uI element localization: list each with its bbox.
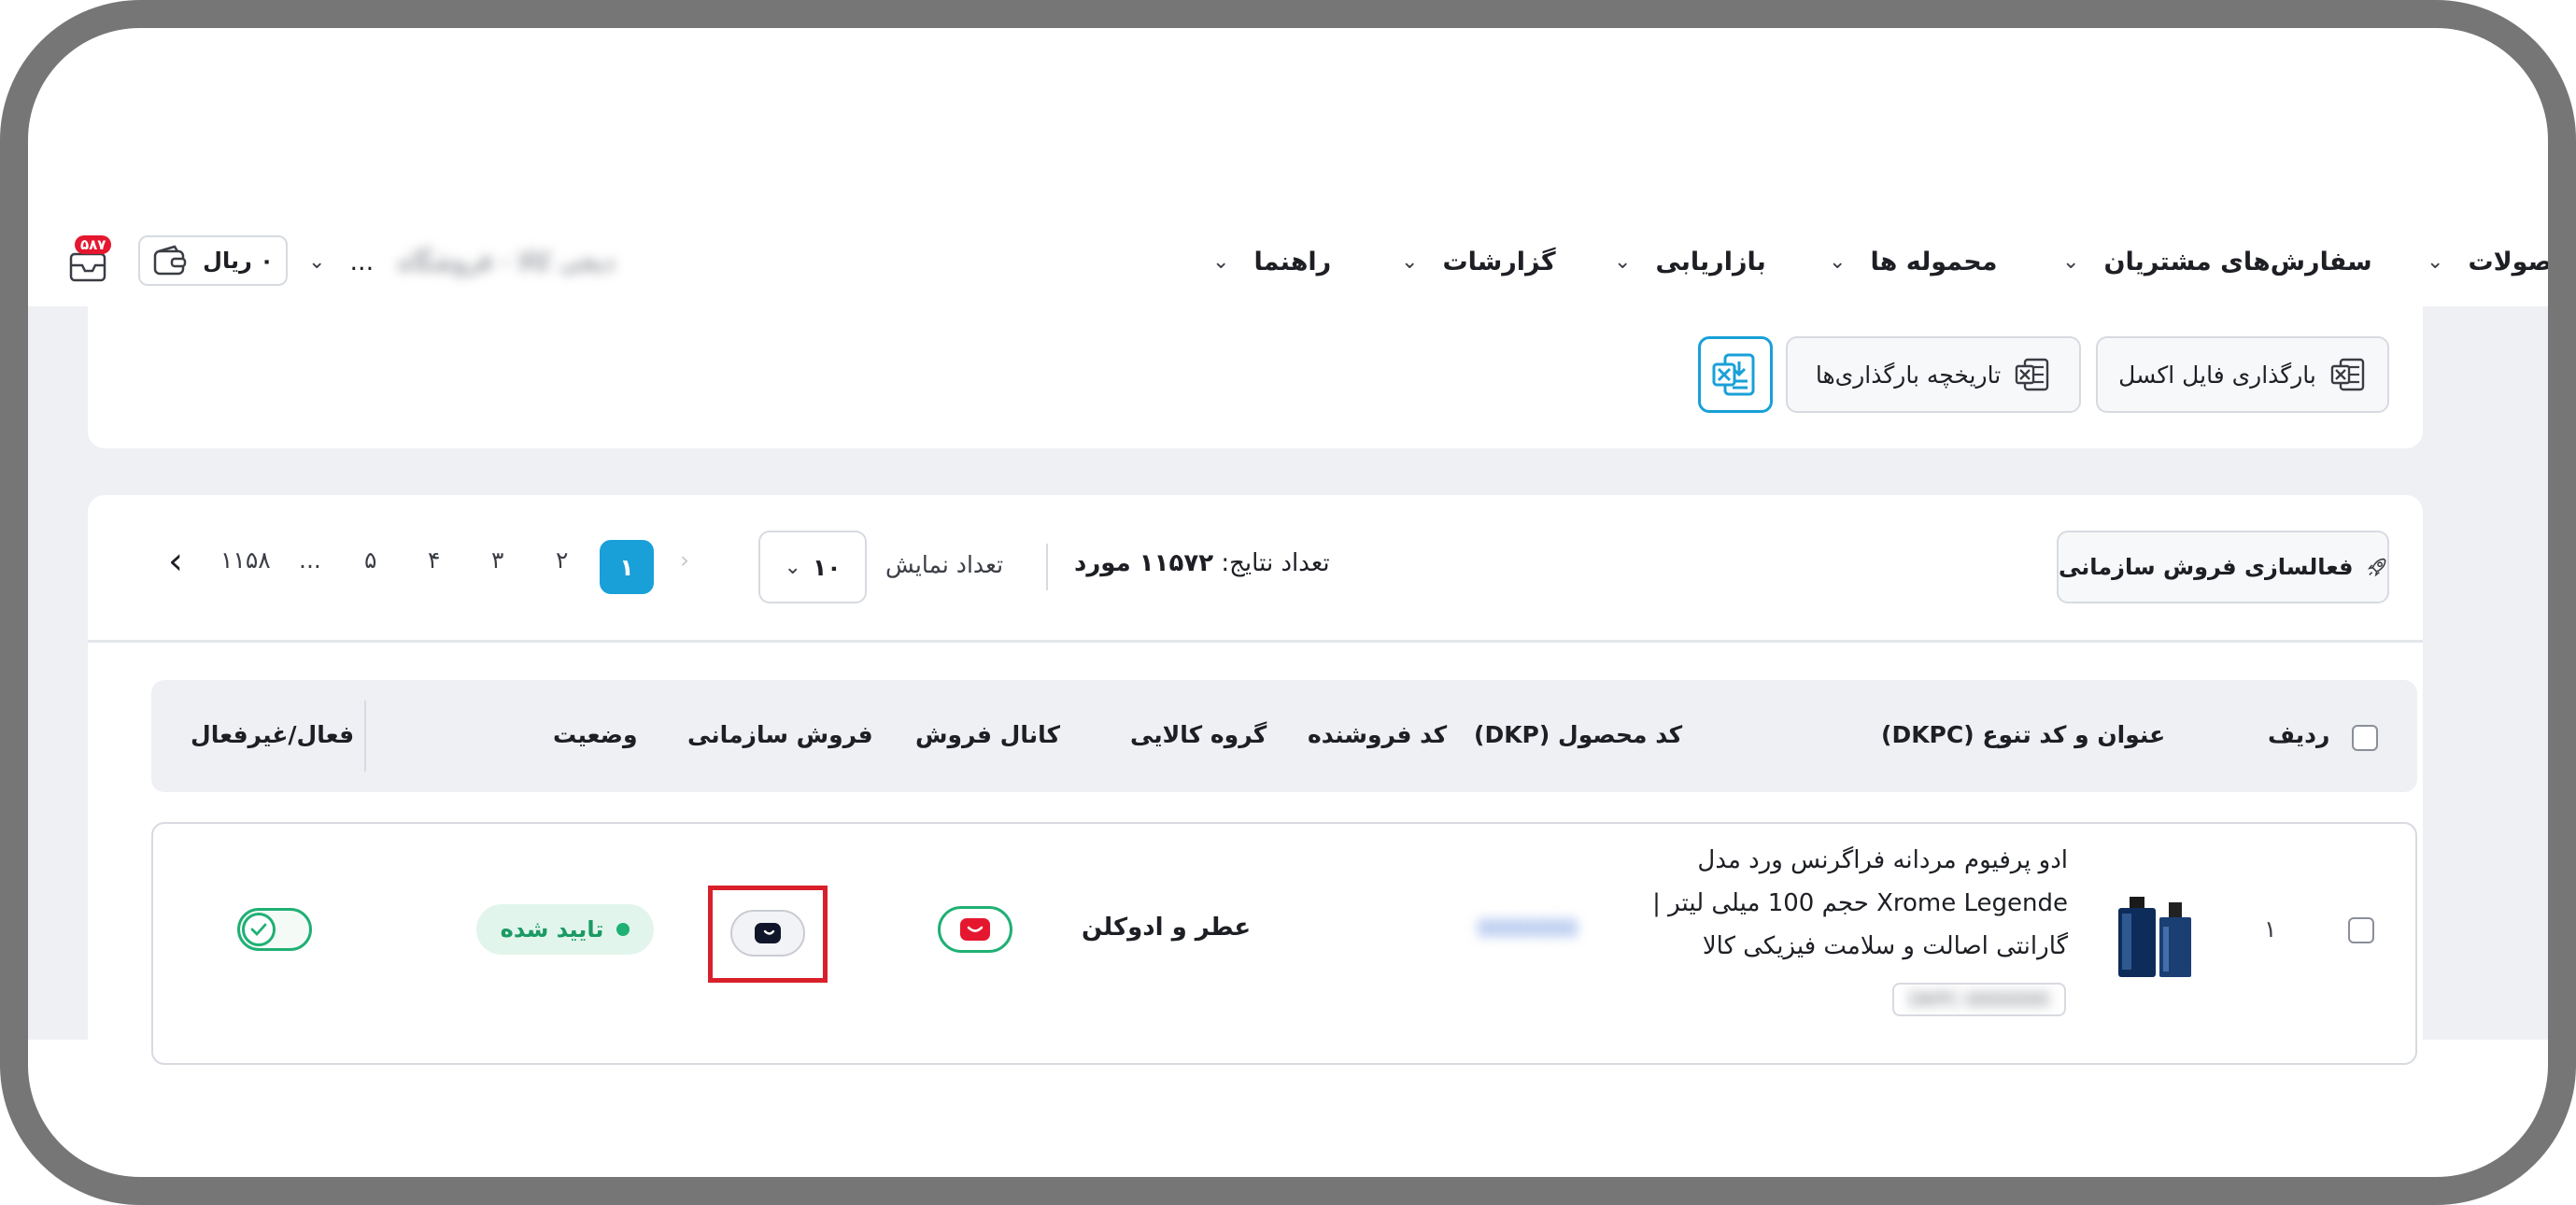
account-name-blurred: دیجی کالا - فروشگاه [398, 247, 616, 276]
divider [88, 640, 2423, 643]
header-active: فعال/غیرفعال [191, 721, 355, 748]
nav-label: محموله ها [1870, 247, 1998, 276]
product-title-line: ادو پرفیوم مردانه فراگرنس ورد مدل [1697, 846, 2068, 874]
b2b-channel-badge[interactable] [730, 910, 805, 957]
activate-b2b-button[interactable]: فعالسازی فروش سازمانی [2057, 531, 2389, 603]
upload-history-label: تاریخچه بارگذاری‌ها [1815, 361, 2002, 389]
header-title: عنوان و کد تنوع (DKPC) [1881, 721, 2166, 748]
status-badge: تایید شده [476, 904, 654, 955]
nav-label: محصولات [2468, 247, 2576, 276]
wallet-icon [153, 245, 187, 276]
nav-item-reports[interactable]: گزارشات ⌄ [1401, 243, 1556, 280]
digikala-logo-icon [960, 918, 990, 941]
notification-badge: ۵۸۷ [75, 235, 112, 254]
pagination-ellipsis: ... [299, 546, 321, 574]
chevron-down-icon: ⌄ [784, 555, 801, 579]
pagination-page[interactable]: ۴ [428, 546, 440, 574]
pagination-page-last[interactable]: ۱۱۵۸ [220, 546, 271, 574]
status-label: تایید شده [500, 916, 604, 943]
pagination-prev-chevron-icon[interactable]: › [680, 546, 689, 574]
product-title[interactable]: ادو پرفیوم مردانه فراگرنس ورد مدل Xrome … [1644, 839, 2068, 968]
wallet-balance: ۰ ریال [203, 248, 274, 274]
dkp-value-blurred[interactable]: 0000000 [1478, 915, 1578, 942]
nav-label: گزارشات [1442, 247, 1556, 276]
pagination-page[interactable]: ۳ [491, 546, 503, 574]
product-image[interactable] [2109, 889, 2202, 983]
chevron-down-icon: ⌄ [1401, 249, 1419, 274]
header-status: وضعیت [553, 721, 638, 748]
toggle-knob [242, 913, 276, 946]
excel-file-icon [2015, 358, 2049, 391]
per-page-select[interactable]: ⌄ ۱۰ [758, 531, 867, 603]
header-b2b: فروش سازمانی [687, 721, 873, 748]
account-selector[interactable]: دیجی کالا - فروشگاه ... ⌄ [308, 243, 615, 280]
chevron-down-icon: ⌄ [2427, 249, 2444, 274]
channel-badge [938, 906, 1012, 953]
pagination-page-current[interactable]: ۱ [600, 540, 654, 594]
header-row: ردیف [2268, 721, 2330, 748]
separator [1046, 544, 1048, 590]
screen: محصولات ⌄ سفارش‌های مشتریان ⌄ محموله ها … [28, 28, 2548, 1177]
results-value: ۱۱۵۷۲ مورد [1074, 549, 1214, 577]
excel-download-button[interactable] [1698, 336, 1773, 413]
header-channel: کانال فروش [915, 721, 1061, 748]
activate-b2b-label: فعالسازی فروش سازمانی [2059, 554, 2354, 580]
product-title-line: Xrome Legende حجم 100 میلی لیتر | [1652, 889, 2068, 917]
select-all-checkbox[interactable] [2352, 725, 2378, 751]
page-number: ۱ [619, 553, 634, 581]
header-seller-code: کد فروشنده [1308, 721, 1448, 748]
dkpc-badge[interactable]: DKPC-0000000 [1892, 983, 2066, 1016]
perfume-bottle-icon [2118, 897, 2191, 977]
chevron-down-icon: ⌄ [308, 249, 326, 274]
results-label: تعداد نتایج: [1221, 549, 1330, 577]
row-checkbox[interactable] [2348, 917, 2374, 943]
dkpc-value-blurred: DKPC-0000000 [1908, 988, 2050, 1011]
check-icon [250, 923, 267, 937]
pagination-next-chevron-icon[interactable]: ‹ [168, 540, 183, 583]
excel-file-icon [2330, 358, 2365, 391]
nav-label: سفارش‌های مشتریان [2103, 247, 2372, 276]
device-frame: محصولات ⌄ سفارش‌های مشتریان ⌄ محموله ها … [0, 0, 2576, 1205]
chevron-down-icon: ⌄ [2062, 249, 2080, 274]
results-count: تعداد نتایج: ۱۱۵۷۲ مورد [1074, 549, 1330, 577]
b2b-logo-icon [755, 923, 781, 943]
per-page-value: ۱۰ [812, 553, 842, 581]
nav-item-marketing[interactable]: بازاریابی ⌄ [1614, 243, 1766, 280]
header-dkp: کد محصول (DKP) [1474, 721, 1683, 748]
notification-button[interactable]: ۵۸۷ [64, 232, 120, 288]
nav-item-help[interactable]: راهنما ⌄ [1212, 243, 1331, 280]
per-page-label: تعداد نمایش [885, 551, 1004, 578]
wallet-button[interactable]: ۰ ریال [138, 235, 288, 286]
status-dot-icon [616, 923, 630, 936]
category-value: عطر و ادوکلن [1082, 914, 1252, 942]
pagination-page[interactable]: ۵ [364, 546, 376, 574]
rocket-icon [2367, 558, 2385, 577]
upload-history-button[interactable]: تاریخچه بارگذاری‌ها [1786, 336, 2081, 413]
chevron-down-icon: ⌄ [1829, 249, 1847, 274]
nav-item-shipments[interactable]: محموله ها ⌄ [1829, 243, 1997, 280]
header-separator [364, 701, 366, 772]
row-index: ۱ [2264, 915, 2277, 943]
excel-upload-button[interactable]: بارگذاری فایل اکسل [2096, 336, 2389, 413]
nav-label: راهنما [1253, 247, 1332, 276]
chevron-down-icon: ⌄ [1212, 249, 1230, 274]
account-ellipsis: ... [349, 247, 375, 276]
chevron-down-icon: ⌄ [1614, 249, 1632, 274]
product-title-line: گارانتی اصالت و سلامت فیزیکی کالا [1702, 932, 2068, 960]
nav-item-customer-orders[interactable]: سفارش‌های مشتریان ⌄ [2062, 243, 2372, 280]
active-toggle[interactable] [237, 908, 312, 951]
excel-download-icon [1712, 353, 1755, 396]
nav-item-products[interactable]: محصولات ⌄ [2427, 243, 2576, 280]
pagination-page[interactable]: ۲ [556, 546, 568, 574]
nav-label: بازاریابی [1655, 247, 1766, 276]
header-category: گروه کالایی [1130, 721, 1267, 748]
excel-upload-label: بارگذاری فایل اکسل [2118, 361, 2316, 389]
